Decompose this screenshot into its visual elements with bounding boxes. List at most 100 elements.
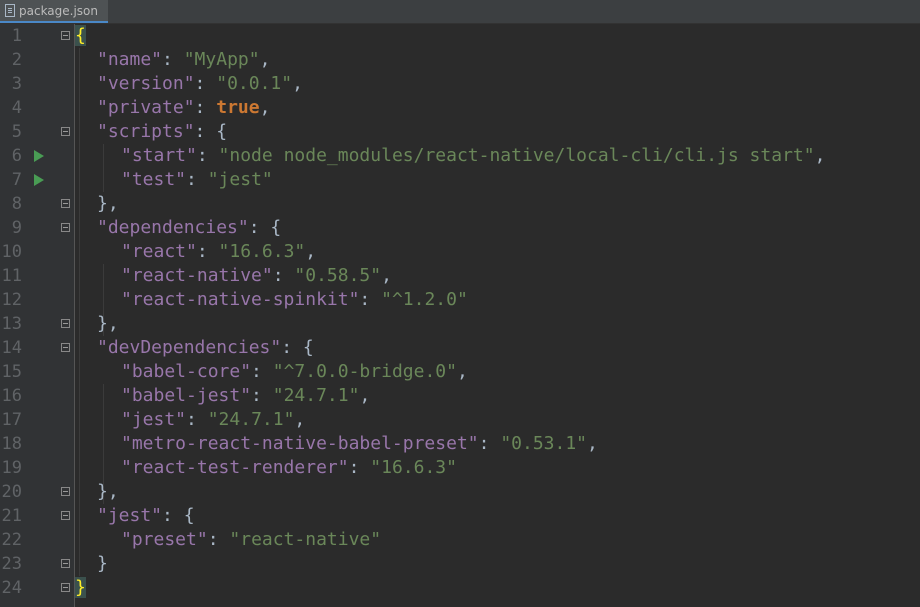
punctuation: : [251,385,273,406]
punctuation: : [186,409,208,430]
line-number: 18 [1,434,22,454]
line-number: 19 [1,458,22,478]
line-number: 11 [1,266,22,286]
code-editor[interactable]: { "name": "MyApp", "version": "0.0.1", "… [75,24,920,607]
code-line-3: "version": "0.0.1", [97,72,303,96]
line-number: 20 [1,482,22,502]
json-key: "preset" [121,529,208,550]
line-number: 22 [1,530,22,550]
json-string: "24.7.1" [272,385,360,406]
line-number: 7 [11,170,22,190]
json-key: "version" [97,73,195,94]
line-number: 24 [1,578,22,598]
punctuation: , [305,241,317,262]
code-line-5: "scripts": { [97,120,227,144]
punctuation: : [348,457,371,478]
json-key: "start" [121,145,197,166]
line-number: 10 [1,242,22,262]
fold-toggle-icon[interactable] [61,319,70,328]
code-line-13: }, [97,312,119,336]
tab-package-json[interactable]: package.json [0,0,108,23]
indent-guide [79,48,80,576]
fold-toggle-icon[interactable] [61,583,70,592]
punctuation: : { [281,337,314,358]
code-line-7: "test": "jest" [121,168,273,192]
line-number: 3 [11,74,22,94]
code-line-1: { [75,24,86,48]
punctuation: : [194,73,217,94]
json-key: "react-native-spinkit" [121,289,360,310]
code-line-21: "jest": { [97,504,195,528]
punctuation: , [359,385,371,406]
matched-brace: } [75,577,86,598]
code-line-8: }, [97,192,119,216]
punctuation: , [259,49,271,70]
punctuation: : [359,289,382,310]
punctuation: }, [97,313,119,334]
fold-toggle-icon[interactable] [61,31,70,40]
json-key: "metro-react-native-babel-preset" [121,433,479,454]
line-number: 6 [11,146,22,166]
json-string: "jest" [207,169,273,190]
fold-toggle-icon[interactable] [61,127,70,136]
tab-label: package.json [19,3,99,18]
punctuation: : [186,169,208,190]
line-number: 9 [11,218,22,238]
json-string: "^7.0.0-bridge.0" [272,361,457,382]
json-key: "babel-jest" [121,385,252,406]
punctuation: : [272,265,295,286]
json-key: "dependencies" [97,217,249,238]
code-line-16: "babel-jest": "24.7.1", [121,384,370,408]
code-line-24: } [75,576,86,600]
code-line-20: }, [97,480,119,504]
code-line-9: "dependencies": { [97,216,281,240]
file-icon [5,4,15,17]
punctuation: , [456,361,468,382]
fold-toggle-icon[interactable] [61,223,70,232]
json-key: "react-test-renderer" [121,457,349,478]
json-key: "react" [121,241,197,262]
fold-toggle-icon[interactable] [61,511,70,520]
code-line-2: "name": "MyApp", [97,48,270,72]
punctuation: : [196,145,219,166]
code-line-6: "start": "node node_modules/react-native… [121,144,825,168]
fold-toggle-icon[interactable] [61,199,70,208]
run-script-test-icon[interactable] [34,174,44,186]
line-number: 16 [1,386,22,406]
json-key: "jest" [97,505,163,526]
punctuation: : [207,529,230,550]
json-string: "0.0.1" [216,73,293,94]
punctuation: : { [162,505,195,526]
matched-brace: { [75,25,86,46]
line-number: 17 [1,410,22,430]
line-number: 8 [11,194,22,214]
punctuation: , [292,73,303,94]
line-number: 4 [11,98,22,118]
punctuation: }, [97,481,119,502]
json-string: "16.6.3" [370,457,457,478]
line-number: 1 [11,26,22,46]
punctuation: : [162,49,184,70]
json-key: "react-native" [121,265,273,286]
code-line-15: "babel-core": "^7.0.0-bridge.0", [121,360,468,384]
json-string: "0.58.5" [294,265,382,286]
json-key: "devDependencies" [97,337,282,358]
editor-tab-bar: package.json [0,0,920,24]
line-number: 5 [11,122,22,142]
punctuation: , [381,265,392,286]
code-line-18: "metro-react-native-babel-preset": "0.53… [121,432,598,456]
line-number: 13 [1,314,22,334]
code-line-4: "private": true, [97,96,270,120]
run-script-start-icon[interactable] [34,150,44,162]
fold-toggle-icon[interactable] [61,343,70,352]
json-string: "node node_modules/react-native/local-cl… [218,145,815,166]
punctuation: }, [97,193,119,214]
punctuation: : [194,97,217,118]
code-line-11: "react-native": "0.58.5", [121,264,392,288]
editor-gutter: 1 2 3 4 5 6 7 8 9 10 11 12 13 14 15 16 1… [0,24,74,607]
fold-toggle-icon[interactable] [61,559,70,568]
code-line-10: "react": "16.6.3", [121,240,316,264]
punctuation: : { [248,217,282,238]
fold-toggle-icon[interactable] [61,487,70,496]
punctuation: } [97,553,108,574]
